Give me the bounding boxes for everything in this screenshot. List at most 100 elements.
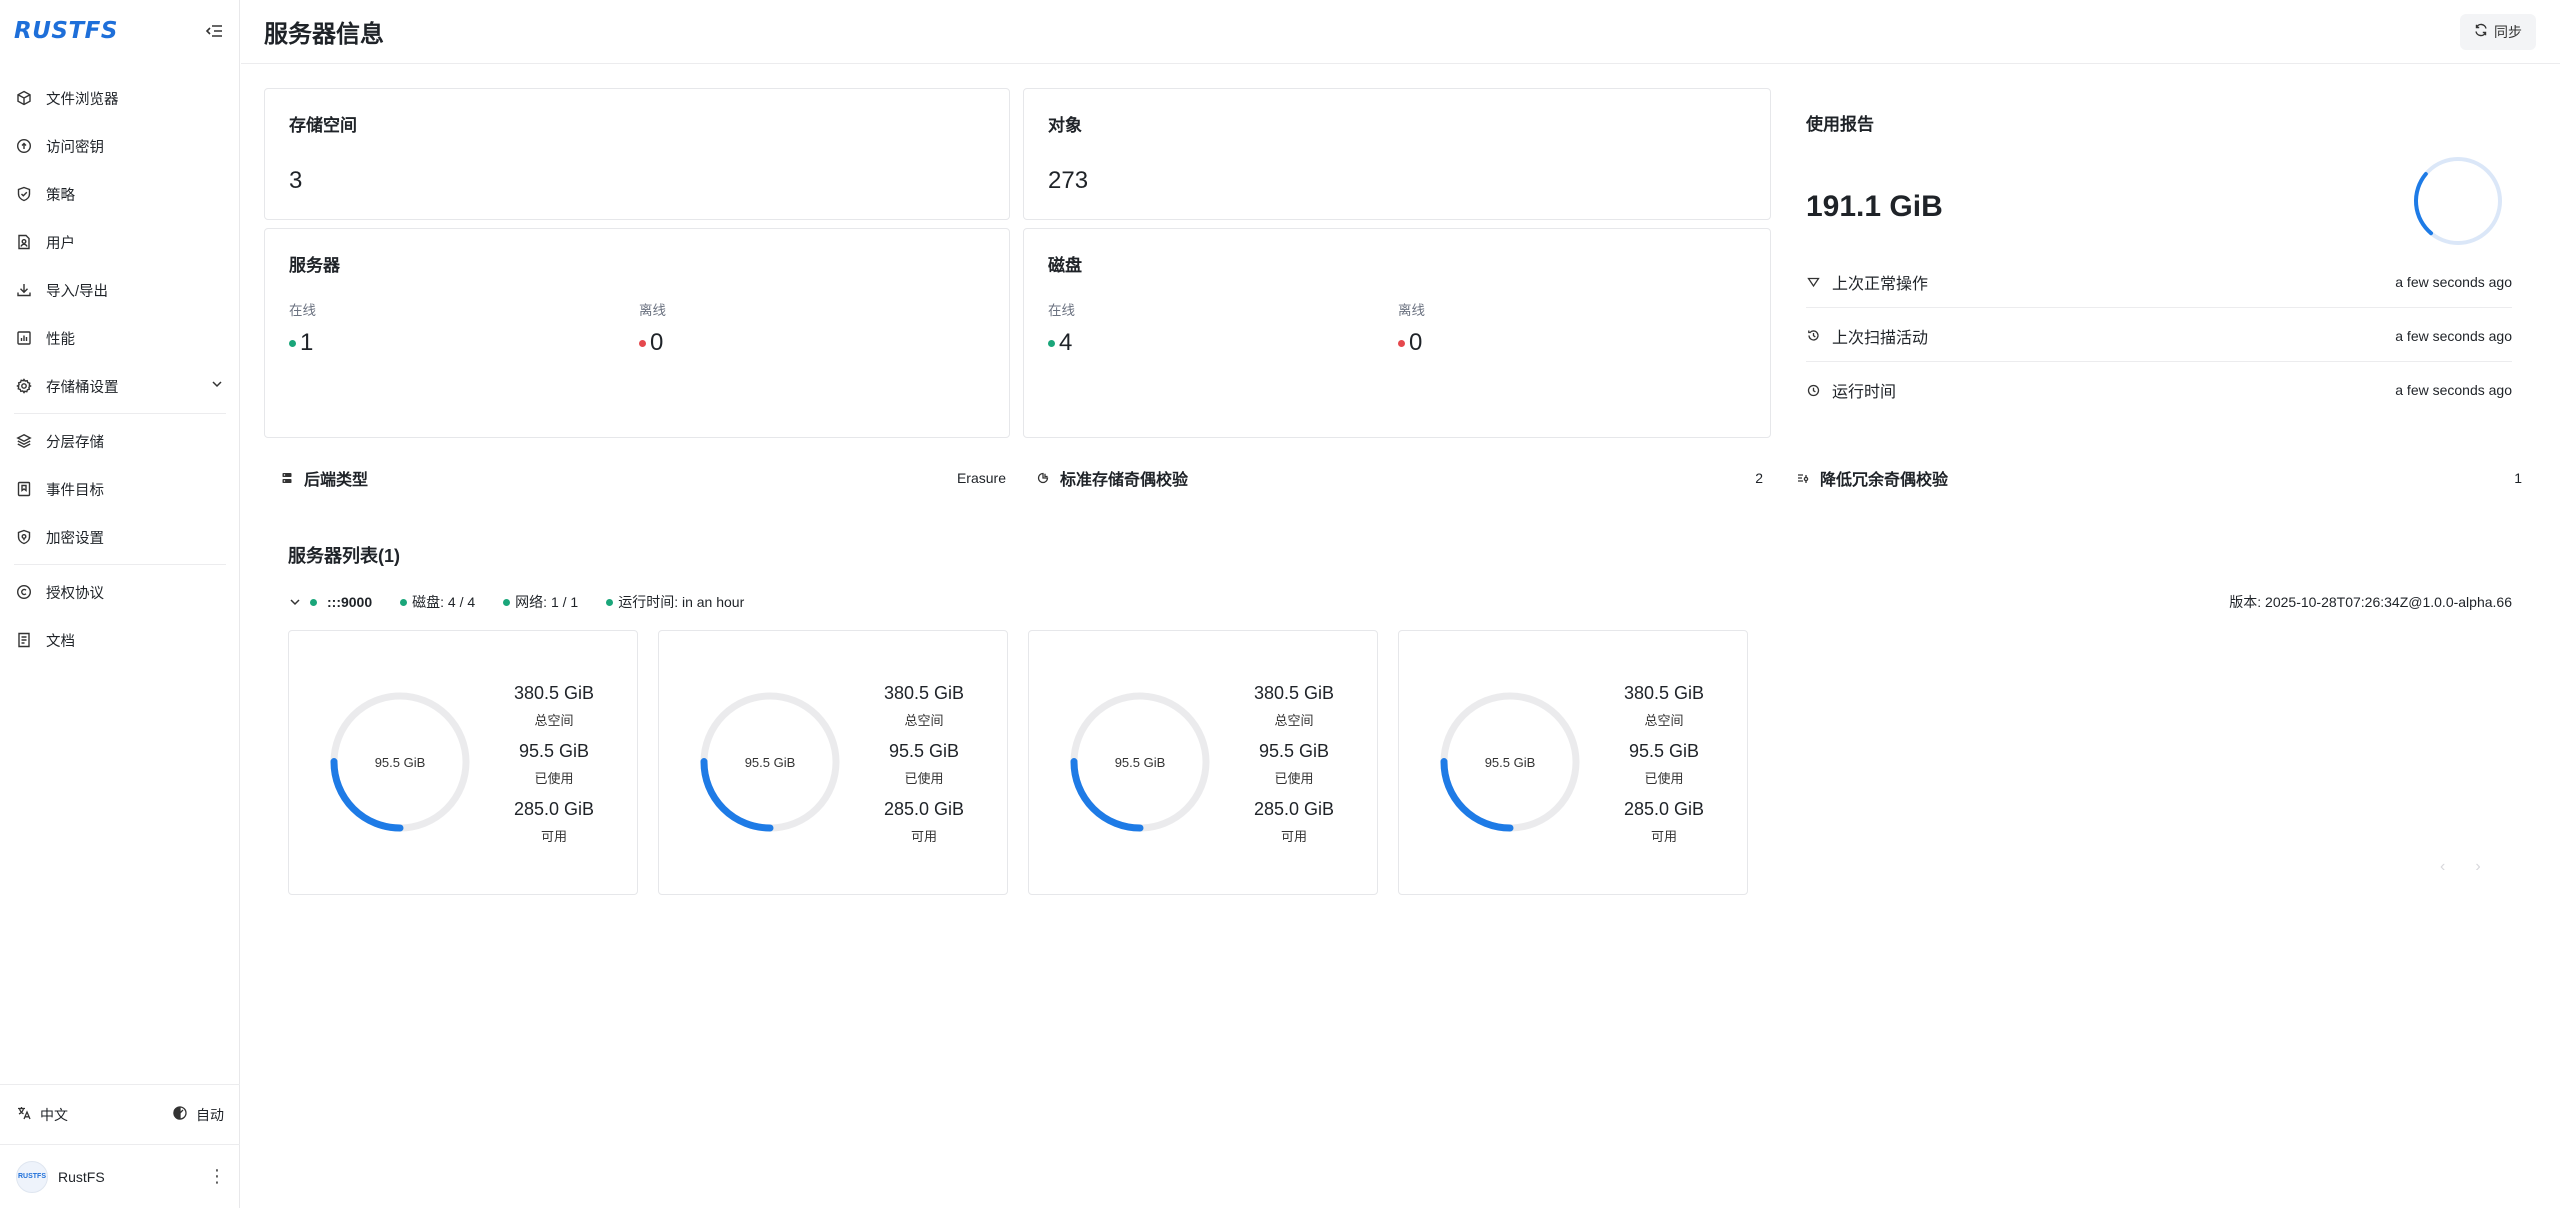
disk-free-label: 可用 [910,829,937,844]
logo: RUSTFS [14,18,118,44]
sidebar-item-import-export[interactable]: 导入/导出 [0,266,240,314]
offline-dot [1398,339,1405,347]
sync-button[interactable]: 同步 [2460,13,2536,50]
cube-icon [14,88,34,108]
gear-icon [14,376,34,396]
disk-card: 95.5 GiB 380.5 GiB 总空间 95.5 GiB 已使用 285.0 … [1028,630,1378,895]
disk-used: 95.5 GiB 已使用 [1599,741,1729,787]
layers-icon [14,431,34,451]
user-profile[interactable]: RUSTFS RustFS ⋮ [0,1144,240,1208]
usage-ring [2414,157,2502,245]
disks-offline-label: 离线 [1398,303,1425,318]
servers-title: 服务器 [289,256,340,275]
sidebar-item-policies[interactable]: 策略 [0,170,240,218]
disk-free: 285.0 GiB 可用 [1229,799,1359,845]
collapse-sidebar-icon[interactable] [202,19,226,43]
sidebar-item-encryption[interactable]: 加密设置 [0,513,240,561]
disk-total-label: 总空间 [1274,713,1314,728]
online-dot [1048,339,1055,347]
sidebar-item-tiering[interactable]: 分层存储 [0,417,240,465]
disk-total-label: 总空间 [904,713,944,728]
status-dot [400,598,408,606]
preferences-row: 中文 自动 [0,1084,240,1144]
sidebar-item-label: 性能 [46,331,75,348]
buckets-card: 存储空间 3 [264,88,1010,220]
server-disks: 磁盘: 4 / 4 [400,592,475,612]
server-host: :::9000 [327,594,373,610]
server-version: 版本: 2025-10-28T07:26:34Z@1.0.0-alpha.66 [2229,594,2512,610]
disk-total-value: 380.5 GiB [1623,683,1705,703]
server-network: 网络: 1 / 1 [503,592,578,612]
chevron-down-icon[interactable] [210,377,224,395]
disk-card: 95.5 GiB 380.5 GiB 总空间 95.5 GiB 已使用 285.0 … [1398,630,1748,895]
bookmark-icon [14,479,34,499]
usage-title: 使用报告 [1806,115,1874,134]
disk-used-center: 95.5 GiB [374,754,426,770]
download-icon [14,280,34,300]
disk-free: 285.0 GiB 可用 [859,799,989,845]
theme-label: 自动 [196,1106,224,1123]
sidebar-item-label: 事件目标 [46,482,104,499]
sidebar-item-file-browser[interactable]: 文件浏览器 [0,74,240,122]
carousel-pager: ‹ › [2440,858,2481,876]
disk-used-label: 已使用 [534,771,574,786]
sidebar: RUSTFS 文件浏览器 访问密钥 策略 用户 导入/导出 性能 存储桶设置 分… [0,0,240,1208]
disk-free-value: 285.0 GiB [1253,799,1335,819]
reduced-redundancy-parity: 降低冗余奇偶校验 1 [1796,466,2522,490]
sidebar-item-performance[interactable]: 性能 [0,314,240,362]
sidebar-item-docs[interactable]: 文档 [0,616,240,664]
reduced-redundancy-parity-label: 降低冗余奇偶校验 [1820,472,1949,489]
disks-title: 磁盘 [1048,256,1082,275]
language-switcher[interactable]: 中文 [16,1105,68,1125]
sidebar-item-license[interactable]: 授权协议 [0,568,240,616]
disk-total-label: 总空间 [534,713,574,728]
key-circle-icon [14,136,34,156]
clock-icon [1806,383,1820,397]
divider [14,413,226,414]
sync-label: 同步 [2494,23,2522,40]
disk-total-label: 总空间 [1644,713,1684,728]
theme-icon [172,1105,188,1124]
disk-used-label: 已使用 [1644,771,1684,786]
disks-online-count: 4 [1059,329,1073,356]
sidebar-item-access-keys[interactable]: 访问密钥 [0,122,240,170]
chevron-left-icon[interactable]: ‹ [2440,858,2445,876]
more-vertical-icon[interactable]: ⋮ [208,1166,226,1187]
usage-total: 191.1 GiB [1806,190,1943,223]
sidebar-item-label: 存储桶设置 [46,379,119,396]
disks-online-label: 在线 [1048,303,1075,318]
parity-icon [1036,471,1050,485]
disk-free-label: 可用 [1280,829,1307,844]
sidebar-item-label: 文档 [46,633,75,650]
servers-card: 服务器 在线 1 离线 0 [264,228,1010,438]
server-uptime-text: 运行时间: in an hour [618,594,745,610]
chevron-down-icon[interactable] [288,595,302,609]
disk-free-label: 可用 [540,829,567,844]
encryption-icon [14,527,34,547]
copyright-icon [14,582,34,602]
theme-switcher[interactable]: 自动 [172,1105,224,1125]
disks-offline-value: 0 [1398,329,1422,357]
status-dot [606,598,614,606]
buckets-count: 3 [289,167,303,194]
disk-total: 380.5 GiB 总空间 [489,683,619,729]
sidebar-item-event-targets[interactable]: 事件目标 [0,465,240,513]
disks-card: 磁盘 在线 4 离线 0 [1023,228,1771,438]
last-healthy-op-label: 上次正常操作 [1832,275,1929,293]
buckets-title: 存储空间 [289,116,357,135]
disk-free: 285.0 GiB 可用 [489,799,619,845]
divider [14,564,226,565]
disk-used-label: 已使用 [1274,771,1314,786]
sidebar-item-users[interactable]: 用户 [0,218,240,266]
disk-used: 95.5 GiB 已使用 [489,741,619,787]
user-name: RustFS [58,1168,105,1185]
disk-used-label: 已使用 [904,771,944,786]
disk-total-value: 380.5 GiB [1253,683,1335,703]
servers-online-value: 1 [289,329,313,357]
chevron-right-icon[interactable]: › [2475,858,2480,876]
sidebar-item-bucket-settings[interactable]: 存储桶设置 [0,362,240,410]
server-uptime: 运行时间: in an hour [606,592,744,612]
disk-total: 380.5 GiB 总空间 [1229,683,1359,729]
page-header: 服务器信息 同步 [241,0,2560,64]
disk-free: 285.0 GiB 可用 [1599,799,1729,845]
